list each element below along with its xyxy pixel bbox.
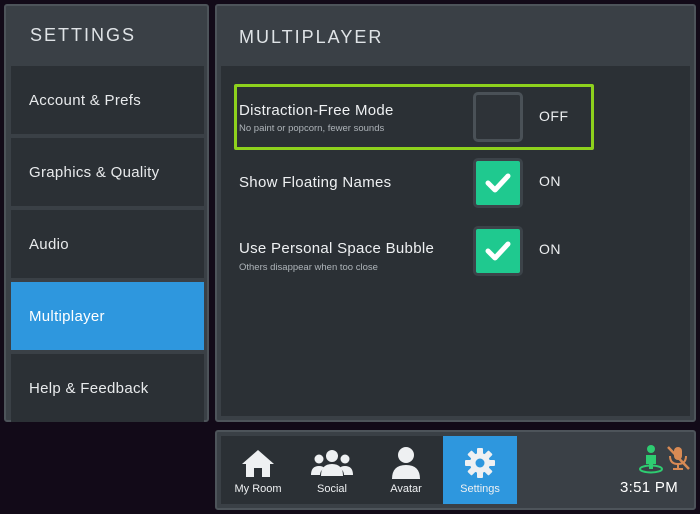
home-icon [240, 446, 276, 480]
people-icon [310, 446, 354, 480]
option-show-floating-names: Show Floating Names ON [221, 154, 690, 220]
option-distraction-free-mode: Distraction-Free Mode No paint or popcor… [221, 84, 690, 150]
sidebar-title: SETTINGS [30, 25, 137, 45]
option-label: Distraction-Free Mode [239, 102, 394, 119]
gear-icon [464, 446, 496, 480]
nav-label: Settings [460, 483, 500, 495]
player-presence-icon[interactable] [638, 444, 664, 479]
option-state: OFF [539, 108, 569, 124]
nav-label: Avatar [390, 483, 422, 495]
status-area: 3:51 PM [538, 436, 690, 504]
nav-label: My Room [234, 483, 282, 495]
option-personal-space-bubble: Use Personal Space Bubble Others disappe… [221, 222, 690, 288]
distraction-free-checkbox[interactable] [473, 92, 523, 142]
nav-social-button[interactable]: Social [295, 436, 369, 504]
sidebar-item-help-feedback[interactable]: Help & Feedback [11, 354, 204, 422]
option-subtitle: Others disappear when too close [239, 262, 378, 273]
multiplayer-panel: MULTIPLAYER Distraction-Free Mode No pai… [215, 4, 696, 422]
option-label: Use Personal Space Bubble [239, 240, 435, 257]
page-title: MULTIPLAYER [239, 27, 384, 47]
sidebar-item-audio[interactable]: Audio [11, 210, 204, 278]
option-label: Show Floating Names [239, 174, 392, 191]
option-state: ON [539, 173, 561, 189]
clock: 3:51 PM [620, 479, 678, 496]
mic-muted-icon[interactable] [664, 444, 692, 477]
nav-label: Social [317, 483, 347, 495]
checkmark-icon [485, 173, 511, 193]
option-state: ON [539, 241, 561, 257]
sidebar-item-label: Audio [29, 235, 69, 253]
sidebar-item-multiplayer[interactable]: Multiplayer [11, 282, 204, 350]
avatar-icon [390, 446, 422, 480]
sidebar-item-label: Help & Feedback [29, 379, 149, 397]
settings-sidebar: SETTINGS Account & Prefs Graphics & Qual… [4, 4, 209, 422]
bottom-nav: My Room Social Avatar Settings 3:51 PM [215, 430, 696, 510]
nav-my-room-button[interactable]: My Room [221, 436, 295, 504]
personal-space-checkbox[interactable] [473, 226, 523, 276]
checkmark-icon [485, 241, 511, 261]
sidebar-item-label: Multiplayer [29, 307, 105, 325]
sidebar-menu: Account & Prefs Graphics & Quality Audio… [11, 66, 204, 426]
sidebar-item-graphics-quality[interactable]: Graphics & Quality [11, 138, 204, 206]
nav-avatar-button[interactable]: Avatar [369, 436, 443, 504]
floating-names-checkbox[interactable] [473, 158, 523, 208]
sidebar-item-account-prefs[interactable]: Account & Prefs [11, 66, 204, 134]
sidebar-item-label: Account & Prefs [29, 91, 142, 109]
nav-settings-button[interactable]: Settings [443, 436, 517, 504]
options-list: Distraction-Free Mode No paint or popcor… [221, 66, 690, 416]
option-subtitle: No paint or popcorn, fewer sounds [239, 123, 385, 134]
nav-bar: My Room Social Avatar Settings [221, 436, 517, 504]
sidebar-item-label: Graphics & Quality [29, 163, 160, 181]
